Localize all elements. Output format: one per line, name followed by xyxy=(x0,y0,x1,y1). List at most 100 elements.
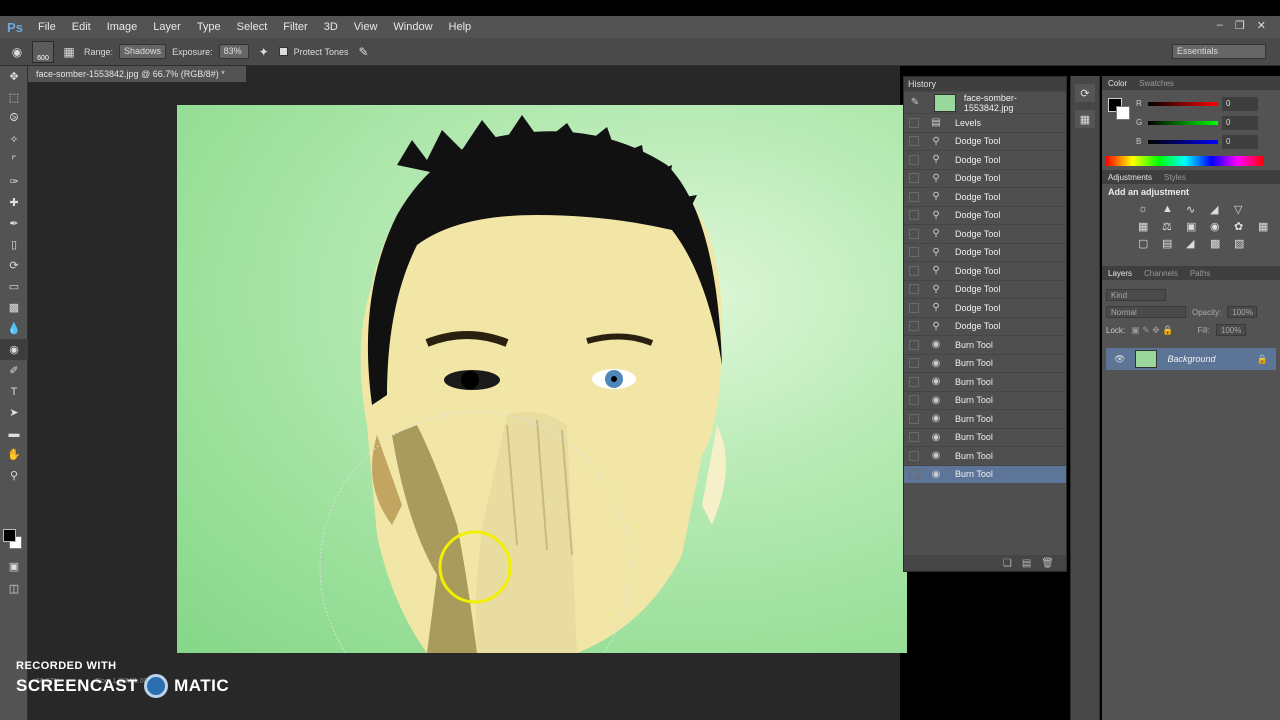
history-checkbox[interactable] xyxy=(909,302,919,313)
b-slider[interactable] xyxy=(1148,140,1218,144)
path-select-tool-icon[interactable]: ➤ xyxy=(0,402,28,423)
shape-tool-icon[interactable]: ▬ xyxy=(0,423,28,444)
history-checkbox[interactable] xyxy=(909,191,919,202)
opacity-field[interactable]: 100% xyxy=(1227,306,1258,318)
quick-select-tool-icon[interactable]: ✧ xyxy=(0,129,28,150)
curves-icon[interactable]: ∿ xyxy=(1186,203,1206,216)
foreground-color-swatch[interactable] xyxy=(3,529,16,542)
history-item[interactable]: ⚲ Dodge Tool xyxy=(904,131,1066,151)
lock-pixels-icon[interactable]: ▣ ✎ ✥ 🔒 xyxy=(1131,325,1173,336)
blend-mode-select[interactable]: Normal xyxy=(1106,306,1186,318)
menu-filter[interactable]: Filter xyxy=(275,21,315,33)
burn-tool-icon[interactable]: ◉ xyxy=(0,339,28,360)
create-snapshot-icon[interactable]: ▤ xyxy=(1022,558,1031,569)
menu-help[interactable]: Help xyxy=(441,21,480,33)
minimize-icon[interactable]: – xyxy=(1217,19,1223,32)
r-value[interactable]: 0 xyxy=(1222,97,1258,111)
protect-tones-checkbox[interactable] xyxy=(278,47,288,56)
close-icon[interactable]: ✕ xyxy=(1257,19,1266,32)
pen-tool-icon[interactable]: ✐ xyxy=(0,360,28,381)
burn-tool-preset-icon[interactable]: ◉ xyxy=(8,43,26,61)
tab-channels[interactable]: Channels xyxy=(1144,269,1178,278)
layer-row-background[interactable]: 👁 Background 🔒 xyxy=(1106,348,1276,370)
tab-layers[interactable]: Layers xyxy=(1108,269,1132,278)
photo-filter-icon[interactable]: ◉ xyxy=(1210,220,1230,233)
history-item[interactable]: ◉ Burn Tool xyxy=(904,464,1066,483)
history-checkbox[interactable] xyxy=(909,154,919,165)
layer-kind-filter[interactable]: Kind xyxy=(1106,289,1166,301)
history-checkbox[interactable] xyxy=(909,321,919,332)
history-brush-source-icon[interactable]: ✎ xyxy=(908,97,922,109)
history-checkbox[interactable] xyxy=(909,450,919,461)
restore-icon[interactable]: ❐ xyxy=(1235,19,1245,32)
pressure-size-icon[interactable]: ✎ xyxy=(354,43,372,61)
history-item[interactable]: ⚲ Dodge Tool xyxy=(904,224,1066,243)
history-checkbox[interactable] xyxy=(909,247,919,258)
color-bg-swatch[interactable] xyxy=(1116,106,1130,120)
brush-tool-icon[interactable]: ✒ xyxy=(0,213,28,234)
history-checkbox[interactable] xyxy=(909,413,919,424)
vibrance-icon[interactable]: ▽ xyxy=(1234,203,1254,216)
screen-mode-icon[interactable]: ◫ xyxy=(0,578,28,599)
hue-saturation-icon[interactable]: ▦ xyxy=(1138,220,1158,233)
marquee-tool-icon[interactable]: ⬚ xyxy=(0,87,28,108)
history-item[interactable]: ⚲ Dodge Tool xyxy=(904,316,1066,336)
tab-swatches[interactable]: Swatches xyxy=(1139,79,1174,88)
history-checkbox[interactable] xyxy=(909,376,919,387)
exposure-field[interactable]: 83% xyxy=(218,44,249,59)
history-item[interactable]: ◉ Burn Tool xyxy=(904,372,1066,391)
selective-color-icon[interactable]: ▧ xyxy=(1234,237,1254,250)
history-checkbox[interactable] xyxy=(909,395,919,406)
eye-icon[interactable]: 👁 xyxy=(1114,354,1125,365)
history-checkbox[interactable] xyxy=(909,469,919,480)
brightness-contrast-icon[interactable]: ☼ xyxy=(1138,203,1158,216)
layer-name[interactable]: Background xyxy=(1167,354,1215,364)
history-item[interactable]: ▤ Levels xyxy=(904,113,1066,132)
gradient-map-icon[interactable]: ▩ xyxy=(1210,237,1230,250)
range-select[interactable]: Shadows xyxy=(119,44,167,59)
menu-image[interactable]: Image xyxy=(99,21,146,33)
history-item[interactable]: ⚲ Dodge Tool xyxy=(904,168,1066,188)
menu-file[interactable]: File xyxy=(30,21,64,33)
g-value[interactable]: 0 xyxy=(1222,116,1258,130)
posterize-icon[interactable]: ▤ xyxy=(1162,237,1182,250)
workspace-select[interactable]: Essentials xyxy=(1172,44,1266,59)
channel-mixer-icon[interactable]: ✿ xyxy=(1234,220,1254,233)
tab-color[interactable]: Color xyxy=(1108,79,1127,88)
r-slider[interactable] xyxy=(1148,102,1218,106)
history-checkbox[interactable] xyxy=(909,265,919,276)
history-checkbox[interactable] xyxy=(909,432,919,443)
history-item[interactable]: ◉ Burn Tool xyxy=(904,390,1066,410)
document-tab[interactable]: face-somber-1553842.jpg @ 66.7% (RGB/8#)… xyxy=(28,66,246,82)
zoom-tool-icon[interactable]: ⚲ xyxy=(0,465,28,486)
history-panel-title[interactable]: History xyxy=(904,77,1066,91)
healing-brush-tool-icon[interactable]: ✚ xyxy=(0,192,28,213)
delete-state-icon[interactable]: 🗑 xyxy=(1041,558,1054,569)
airbrush-icon[interactable]: ✦ xyxy=(255,43,273,61)
eyedropper-tool-icon[interactable]: ✑ xyxy=(0,171,28,192)
history-item[interactable]: ◉ Burn Tool xyxy=(904,353,1066,373)
history-item[interactable]: ◉ Burn Tool xyxy=(904,427,1066,447)
history-checkbox[interactable] xyxy=(909,358,919,369)
history-item[interactable]: ◉ Burn Tool xyxy=(904,409,1066,428)
lasso-tool-icon[interactable]: ⧁ xyxy=(0,108,28,129)
history-item[interactable]: ⚲ Dodge Tool xyxy=(904,279,1066,299)
history-dock-icon[interactable]: ⟳ xyxy=(1075,84,1095,102)
menu-layer[interactable]: Layer xyxy=(145,21,189,33)
image-canvas[interactable] xyxy=(177,105,907,653)
move-tool-icon[interactable]: ✥ xyxy=(0,66,28,87)
history-item[interactable]: ⚲ Dodge Tool xyxy=(904,242,1066,262)
levels-icon[interactable]: ▲ xyxy=(1162,203,1182,216)
menu-type[interactable]: Type xyxy=(189,21,229,33)
history-item[interactable]: ⚲ Dodge Tool xyxy=(904,205,1066,225)
tab-paths[interactable]: Paths xyxy=(1190,269,1210,278)
fill-field[interactable]: 100% xyxy=(1215,324,1246,336)
hand-tool-icon[interactable]: ✋ xyxy=(0,444,28,465)
black-white-icon[interactable]: ▣ xyxy=(1186,220,1206,233)
menu-3d[interactable]: 3D xyxy=(316,21,346,33)
properties-dock-icon[interactable]: ▦ xyxy=(1075,110,1095,128)
history-checkbox[interactable] xyxy=(909,339,919,350)
new-document-from-state-icon[interactable]: ❏ xyxy=(1003,558,1012,569)
history-snapshot[interactable]: ✎ face-somber-1553842.jpg xyxy=(904,91,1066,113)
history-checkbox[interactable] xyxy=(909,210,919,221)
